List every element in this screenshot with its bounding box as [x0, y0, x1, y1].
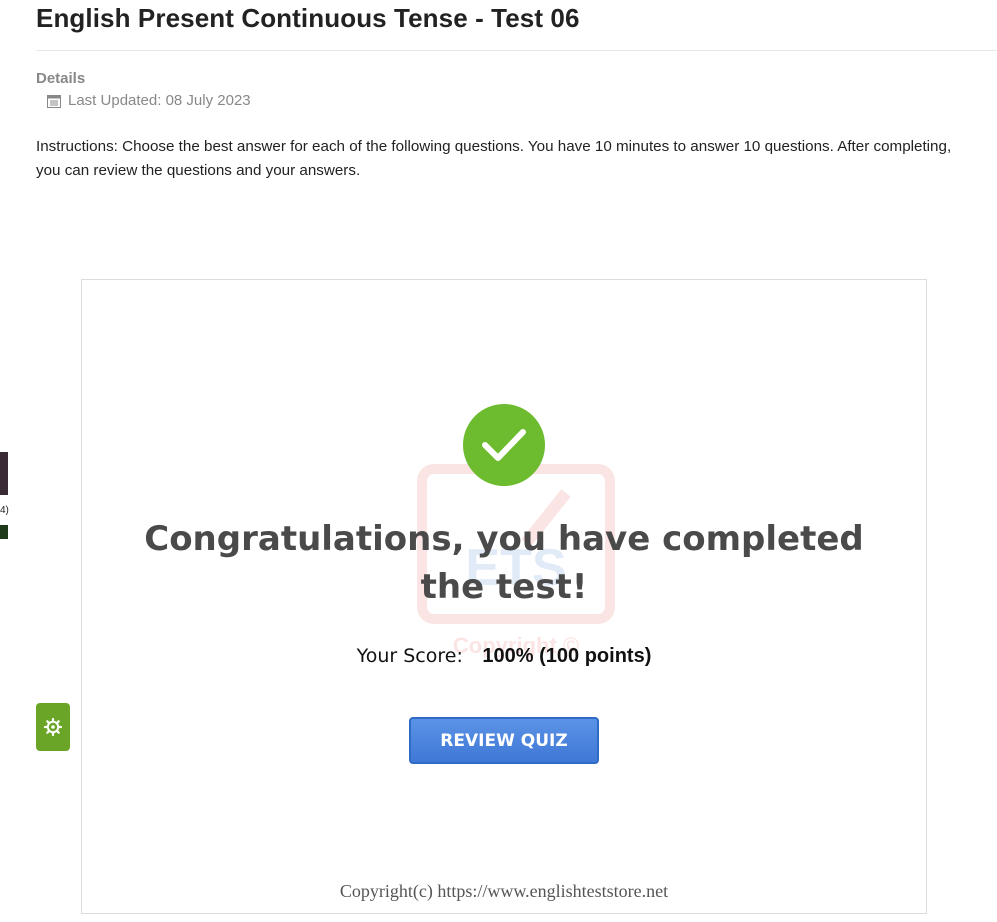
- sidebar-thumbnail-label: 4): [0, 505, 9, 516]
- score-label: Your Score:: [356, 645, 463, 667]
- success-check-badge: [463, 404, 545, 486]
- review-quiz-button[interactable]: REVIEW QUIZ: [409, 717, 599, 764]
- copyright-notice: Copyright(c) https://www.englishteststor…: [339, 881, 669, 901]
- quiz-result-panel: ETS Copyright © Congratulations, you hav…: [81, 279, 927, 914]
- completion-message: Congratulations, you have completed the …: [144, 519, 864, 607]
- last-updated-text: Last Updated: 08 July 2023: [68, 92, 251, 109]
- settings-button[interactable]: [36, 703, 70, 751]
- check-icon: [482, 429, 526, 461]
- page-title: English Present Continuous Tense - Test …: [36, 3, 580, 33]
- title-divider: [36, 50, 997, 51]
- details-label: Details: [36, 70, 86, 87]
- last-updated: Last Updated: 08 July 2023: [47, 92, 251, 109]
- sidebar-thumbnail[interactable]: [0, 452, 8, 495]
- score-row: Your Score: 100% (100 points): [82, 645, 926, 668]
- instructions: Instructions: Choose the best answer for…: [36, 138, 952, 179]
- score-value: 100% (100 points): [482, 645, 652, 667]
- gear-icon: [44, 718, 62, 736]
- calendar-icon: [47, 94, 61, 108]
- sidebar-thumbnail[interactable]: [0, 525, 8, 539]
